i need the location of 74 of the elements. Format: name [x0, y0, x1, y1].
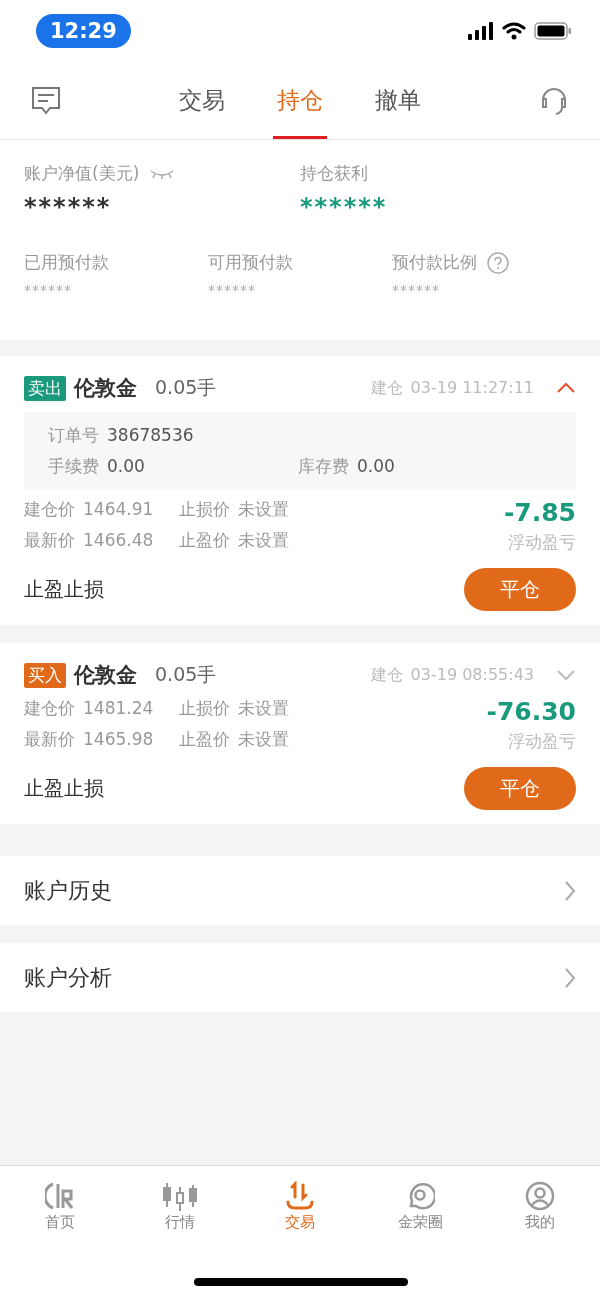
- price-value: 未设置: [238, 729, 289, 749]
- price-label: 止损价: [179, 698, 230, 718]
- masked-value: ******: [392, 282, 441, 298]
- status-time: 12:29: [36, 14, 131, 48]
- price-label: 止损价: [179, 499, 230, 519]
- detail-label: 库存费: [298, 456, 349, 476]
- candlestick-icon: [162, 1181, 198, 1211]
- menu-row[interactable]: 账户历史: [0, 856, 600, 925]
- masked-value: ******: [300, 193, 389, 221]
- floating-pnl: -7.85: [503, 498, 576, 527]
- detail-label: 手续费: [48, 456, 99, 476]
- profile-icon: [525, 1181, 555, 1211]
- price-label: 建仓价: [24, 698, 75, 718]
- tab-bar-item[interactable]: 金荣圈: [370, 1180, 470, 1233]
- detail-value: 0.00: [357, 456, 395, 476]
- wifi-icon: [502, 22, 526, 40]
- summary-label: 预付款比例: [392, 251, 477, 274]
- message-icon[interactable]: [30, 85, 62, 116]
- signal-icon: [468, 22, 494, 40]
- price-value: 1464.91: [83, 499, 154, 519]
- nav-tab[interactable]: 撤单: [371, 62, 425, 139]
- pnl-label: 浮动盈亏: [508, 531, 576, 554]
- detail-value: 38678536: [107, 425, 194, 445]
- tab-bar-item[interactable]: 交易: [250, 1180, 350, 1233]
- nav-tab[interactable]: 交易: [175, 62, 229, 139]
- battery-icon: [534, 22, 572, 40]
- masked-value: ******: [208, 282, 257, 298]
- tab-bar-item[interactable]: 首页: [10, 1180, 110, 1233]
- sl-tp-link[interactable]: 止盈止损: [24, 775, 104, 802]
- detail-label: 订单号: [48, 425, 99, 445]
- lot-size: 0.05手: [155, 375, 217, 400]
- price-label: 止盈价: [179, 729, 230, 749]
- open-time: 03-19 08:55:43: [410, 664, 534, 686]
- price-value: 未设置: [238, 530, 289, 550]
- logo-icon: [45, 1181, 75, 1211]
- summary-label: 账户净值(美元): [24, 162, 140, 185]
- open-label: 建仓: [370, 377, 403, 399]
- open-time: 03-19 11:27:11: [410, 377, 534, 399]
- eye-closed-icon[interactable]: [149, 167, 176, 180]
- close-position-button[interactable]: 平仓: [464, 568, 576, 611]
- chevron-right-icon: [564, 879, 576, 902]
- symbol-name: 伦敦金: [74, 375, 137, 402]
- summary-label: 已用预付款: [24, 251, 109, 274]
- masked-value: ******: [24, 282, 73, 298]
- price-label: 最新价: [24, 729, 75, 749]
- chevron-right-icon: [564, 966, 576, 989]
- side-tag: 买入: [24, 662, 66, 688]
- sl-tp-link[interactable]: 止盈止损: [24, 576, 104, 603]
- chevron-down-icon[interactable]: [556, 669, 576, 681]
- summary-label: 可用预付款: [208, 251, 293, 274]
- price-label: 止盈价: [179, 530, 230, 550]
- price-label: 建仓价: [24, 499, 75, 519]
- help-icon[interactable]: [487, 251, 509, 274]
- price-label: 最新价: [24, 530, 75, 550]
- price-value: 1481.24: [83, 698, 154, 718]
- chevron-up-icon[interactable]: [556, 382, 576, 394]
- price-value: 未设置: [238, 499, 289, 519]
- price-value: 1465.98: [83, 729, 154, 749]
- masked-value: ******: [24, 193, 113, 221]
- detail-value: 0.00: [107, 456, 145, 476]
- floating-pnl: -76.30: [486, 697, 576, 726]
- tab-bar-item[interactable]: 我的: [490, 1180, 590, 1233]
- price-value: 未设置: [238, 698, 289, 718]
- menu-row[interactable]: 账户分析: [0, 943, 600, 1012]
- price-value: 1466.48: [83, 530, 154, 550]
- close-position-button[interactable]: 平仓: [464, 767, 576, 810]
- tab-bar-item[interactable]: 行情: [130, 1180, 230, 1233]
- open-label: 建仓: [370, 664, 403, 686]
- symbol-name: 伦敦金: [74, 662, 137, 689]
- lot-size: 0.05手: [155, 662, 217, 687]
- transfer-icon: [285, 1181, 315, 1211]
- summary-label: 持仓获利: [300, 162, 368, 185]
- pnl-label: 浮动盈亏: [508, 730, 576, 753]
- side-tag: 卖出: [24, 375, 66, 401]
